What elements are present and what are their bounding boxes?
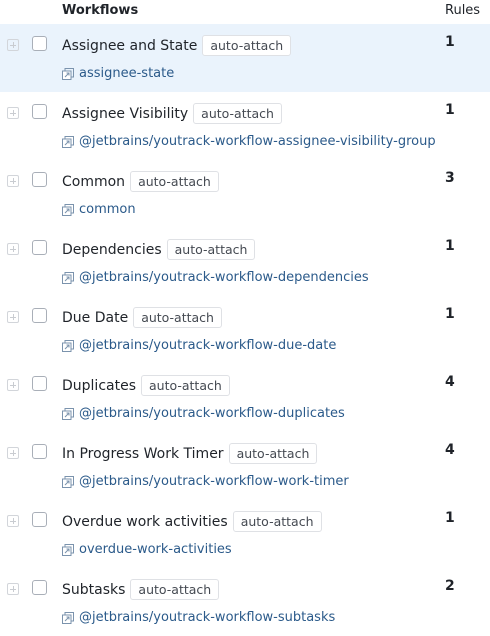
expand-icon[interactable] bbox=[7, 379, 19, 391]
expand-icon[interactable] bbox=[7, 175, 19, 187]
package-icon bbox=[62, 339, 74, 352]
rules-count: 1 bbox=[445, 306, 455, 322]
table-row[interactable]: Subtasks auto-attach @jetbrains/youtrack… bbox=[0, 568, 490, 636]
table-header: Workflows Rules bbox=[0, 0, 490, 24]
workflow-package-link[interactable]: @jetbrains/youtrack-workflow-subtasks bbox=[79, 610, 335, 625]
row-checkbox[interactable] bbox=[32, 240, 47, 255]
workflow-name[interactable]: In Progress Work Timer bbox=[62, 446, 224, 462]
workflow-name[interactable]: Overdue work activities bbox=[62, 514, 228, 530]
row-checkbox[interactable] bbox=[32, 580, 47, 595]
workflow-package-link[interactable]: overdue-work-activities bbox=[79, 542, 232, 557]
expand-icon[interactable] bbox=[7, 107, 19, 119]
row-checkbox[interactable] bbox=[32, 444, 47, 459]
rules-count: 1 bbox=[445, 34, 455, 50]
rules-count: 1 bbox=[445, 102, 455, 118]
rules-count: 1 bbox=[445, 238, 455, 254]
table-row[interactable]: Assignee and State auto-attach assignee-… bbox=[0, 24, 490, 92]
expand-icon[interactable] bbox=[7, 243, 19, 255]
column-header-workflows[interactable]: Workflows bbox=[62, 3, 138, 18]
workflow-name[interactable]: Common bbox=[62, 174, 125, 190]
rules-count: 3 bbox=[445, 170, 455, 186]
workflow-list: Assignee and State auto-attach assignee-… bbox=[0, 24, 490, 636]
package-icon bbox=[62, 135, 74, 148]
expand-icon[interactable] bbox=[7, 515, 19, 527]
table-row[interactable]: Dependencies auto-attach @jetbrains/yout… bbox=[0, 228, 490, 296]
row-checkbox[interactable] bbox=[32, 376, 47, 391]
rules-count: 4 bbox=[445, 442, 455, 458]
column-header-rules[interactable]: Rules bbox=[445, 3, 480, 18]
package-icon bbox=[62, 407, 74, 420]
auto-attach-badge: auto-attach bbox=[202, 35, 292, 56]
table-row[interactable]: Duplicates auto-attach @jetbrains/youtra… bbox=[0, 364, 490, 432]
package-icon bbox=[62, 475, 74, 488]
package-icon bbox=[62, 611, 74, 624]
auto-attach-badge: auto-attach bbox=[130, 171, 219, 192]
rules-count: 4 bbox=[445, 374, 455, 390]
expand-icon[interactable] bbox=[7, 39, 19, 51]
workflow-package-link[interactable]: @jetbrains/youtrack-workflow-duplicates bbox=[79, 406, 345, 421]
workflow-package-link[interactable]: @jetbrains/youtrack-workflow-dependencie… bbox=[79, 270, 369, 285]
workflow-name[interactable]: Duplicates bbox=[62, 378, 136, 394]
auto-attach-badge: auto-attach bbox=[228, 443, 318, 464]
row-checkbox[interactable] bbox=[32, 36, 47, 51]
table-row[interactable]: Overdue work activities auto-attach over… bbox=[0, 500, 490, 568]
rules-count: 1 bbox=[445, 510, 455, 526]
auto-attach-badge: auto-attach bbox=[130, 579, 220, 600]
workflow-package-link[interactable]: assignee-state bbox=[79, 66, 174, 81]
expand-icon[interactable] bbox=[7, 447, 19, 459]
auto-attach-badge: auto-attach bbox=[166, 239, 256, 260]
workflow-name[interactable]: Dependencies bbox=[62, 242, 162, 258]
workflow-package-link[interactable]: @jetbrains/youtrack-workflow-assignee-vi… bbox=[79, 134, 436, 149]
workflow-package-link[interactable]: common bbox=[79, 202, 136, 217]
workflow-package-link[interactable]: @jetbrains/youtrack-workflow-due-date bbox=[79, 338, 336, 353]
row-checkbox[interactable] bbox=[32, 512, 47, 527]
row-checkbox[interactable] bbox=[32, 104, 47, 119]
auto-attach-badge: auto-attach bbox=[232, 511, 322, 532]
table-row[interactable]: In Progress Work Timer auto-attach @jetb… bbox=[0, 432, 490, 500]
workflow-name[interactable]: Assignee and State bbox=[62, 38, 197, 54]
workflow-name[interactable]: Assignee Visibility bbox=[62, 106, 188, 122]
package-icon bbox=[62, 67, 74, 80]
auto-attach-badge: auto-attach bbox=[141, 375, 230, 396]
package-icon bbox=[62, 543, 74, 556]
package-icon bbox=[62, 271, 74, 284]
table-row[interactable]: Assignee Visibility auto-attach @jetbrai… bbox=[0, 92, 490, 160]
table-row[interactable]: Due Date auto-attach @jetbrains/youtrack… bbox=[0, 296, 490, 364]
auto-attach-badge: auto-attach bbox=[133, 307, 222, 328]
workflow-name[interactable]: Subtasks bbox=[62, 582, 125, 598]
expand-icon[interactable] bbox=[7, 583, 19, 595]
expand-icon[interactable] bbox=[7, 311, 19, 323]
package-icon bbox=[62, 203, 74, 216]
auto-attach-badge: auto-attach bbox=[193, 103, 282, 124]
table-row[interactable]: Common auto-attach common 3 bbox=[0, 160, 490, 228]
row-checkbox[interactable] bbox=[32, 308, 47, 323]
workflow-name[interactable]: Due Date bbox=[62, 310, 128, 326]
rules-count: 2 bbox=[445, 578, 455, 594]
workflow-package-link[interactable]: @jetbrains/youtrack-workflow-work-timer bbox=[79, 474, 349, 489]
row-checkbox[interactable] bbox=[32, 172, 47, 187]
